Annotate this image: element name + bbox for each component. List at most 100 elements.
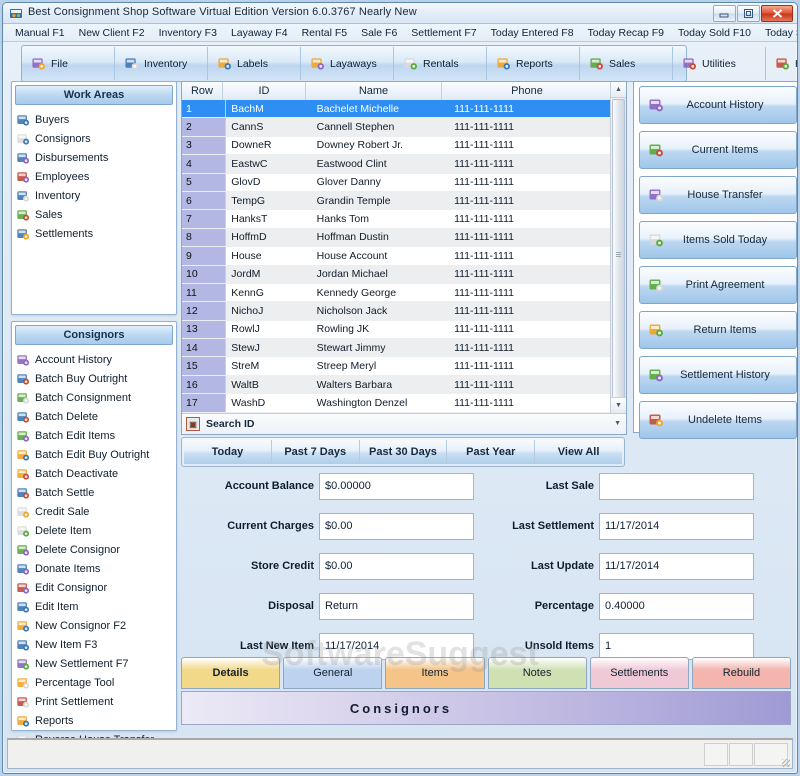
consignor-menu-item-batch-buy-outright[interactable]: Batch Buy Outright <box>16 369 176 388</box>
menu-item-new-client[interactable]: New Client F2 <box>72 27 152 39</box>
period-tab-past-year[interactable]: Past Year <box>447 440 535 464</box>
detail-field-value[interactable] <box>599 473 754 500</box>
menu-item-today-entered[interactable]: Today Entered F8 <box>484 27 581 39</box>
work-area-item-buyers[interactable]: Buyers <box>16 110 176 129</box>
menu-item-inventory[interactable]: Inventory F3 <box>152 27 224 39</box>
consignor-menu-item-percentage-tool[interactable]: Percentage Tool <box>16 673 176 692</box>
consignor-menu-item-edit-consignor[interactable]: Edit Consignor <box>16 578 176 597</box>
toolbar-button-layaways[interactable]: Layaways <box>301 47 394 80</box>
table-row[interactable]: 10JordMJordan Michael111-111-1111 <box>182 266 611 284</box>
toolbar-button-help[interactable]: Help <box>766 47 798 80</box>
menu-item-today-recap[interactable]: Today Recap F9 <box>581 27 671 39</box>
grid-search-bar[interactable]: ▣ Search ID ▼ <box>182 413 626 434</box>
menu-item-today-settled[interactable]: Today Settled F11 <box>758 27 798 39</box>
action-button-current-items[interactable]: Current Items <box>639 131 797 169</box>
work-area-item-settlements[interactable]: Settlements <box>16 224 176 243</box>
table-row[interactable]: 1BachMBachelet Michelle111-111-1111 <box>182 100 611 118</box>
scroll-up-arrow[interactable]: ▲ <box>611 82 626 98</box>
table-row[interactable]: 8HoffmDHoffman Dustin111-111-1111 <box>182 229 611 247</box>
consignor-menu-item-delete-item[interactable]: Delete Item <box>16 521 176 540</box>
toolbar-button-file[interactable]: File <box>22 47 115 80</box>
action-button-print-agreement[interactable]: Print Agreement <box>639 266 797 304</box>
chevron-down-icon[interactable]: ▼ <box>614 420 621 427</box>
detail-field-value[interactable]: 1 <box>599 633 754 660</box>
consignor-menu-item-batch-edit-buy-outright[interactable]: Batch Edit Buy Outright <box>16 445 176 464</box>
action-button-undelete-items[interactable]: Undelete Items <box>639 401 797 439</box>
table-row[interactable]: 16WaltBWalters Barbara111-111-1111 <box>182 376 611 394</box>
consignor-menu-item-batch-delete[interactable]: Batch Delete <box>16 407 176 426</box>
maximize-button[interactable] <box>737 5 760 22</box>
consignor-menu-item-new-settlement-f7[interactable]: New Settlement F7 <box>16 654 176 673</box>
table-row[interactable]: 9HouseHouse Account111-111-1111 <box>182 247 611 265</box>
menu-item-today-sold[interactable]: Today Sold F10 <box>671 27 758 39</box>
detail-field-value[interactable]: 11/17/2014 <box>319 633 474 660</box>
menu-item-rental[interactable]: Rental F5 <box>295 27 355 39</box>
detail-field-value[interactable]: 11/17/2014 <box>599 513 754 540</box>
detail-field-value[interactable]: Return <box>319 593 474 620</box>
action-button-account-history[interactable]: Account History <box>639 86 797 124</box>
tab-general[interactable]: General <box>283 657 382 689</box>
consignor-menu-item-reports[interactable]: Reports <box>16 711 176 730</box>
close-button[interactable] <box>761 5 793 22</box>
action-button-items-sold-today[interactable]: Items Sold Today <box>639 221 797 259</box>
menu-item-manual[interactable]: Manual F1 <box>8 27 72 39</box>
table-row[interactable]: 11KennGKennedy George111-111-1111 <box>182 284 611 302</box>
tab-rebuild[interactable]: Rebuild <box>692 657 791 689</box>
consignor-menu-item-print-settlement[interactable]: Print Settlement <box>16 692 176 711</box>
table-row[interactable]: 14StewJStewart Jimmy111-111-1111 <box>182 339 611 357</box>
toolbar-button-rentals[interactable]: Rentals <box>394 47 487 80</box>
period-tab-view-all[interactable]: View All <box>535 440 622 464</box>
minimize-button[interactable] <box>713 5 736 22</box>
toolbar-button-sales[interactable]: Sales <box>580 47 673 80</box>
grid-column-row[interactable]: Row <box>182 82 223 100</box>
work-area-item-employees[interactable]: Employees <box>16 167 176 186</box>
work-area-item-consignors[interactable]: Consignors <box>16 129 176 148</box>
detail-field-value[interactable]: 0.40000 <box>599 593 754 620</box>
menu-item-sale[interactable]: Sale F6 <box>354 27 404 39</box>
detail-field-value[interactable]: 11/17/2014 <box>599 553 754 580</box>
table-row[interactable]: 4EastwCEastwood Clint111-111-1111 <box>182 155 611 173</box>
consignor-menu-item-batch-deactivate[interactable]: Batch Deactivate <box>16 464 176 483</box>
tab-settlements[interactable]: Settlements <box>590 657 689 689</box>
period-tab-past-30-days[interactable]: Past 30 Days <box>360 440 448 464</box>
detail-field-value[interactable]: $0.00 <box>319 553 474 580</box>
consignor-menu-item-account-history[interactable]: Account History <box>16 350 176 369</box>
tab-notes[interactable]: Notes <box>488 657 587 689</box>
action-button-house-transfer[interactable]: House Transfer <box>639 176 797 214</box>
table-row[interactable]: 17WashDWashington Denzel111-111-1111 <box>182 394 611 412</box>
grid-column-phone[interactable]: Phone <box>442 82 612 100</box>
menu-item-layaway[interactable]: Layaway F4 <box>224 27 295 39</box>
consignor-menu-item-edit-item[interactable]: Edit Item <box>16 597 176 616</box>
table-row[interactable]: 12NichoJNicholson Jack111-111-1111 <box>182 302 611 320</box>
consignor-menu-item-new-consignor-f2[interactable]: New Consignor F2 <box>16 616 176 635</box>
consignor-menu-item-credit-sale[interactable]: Credit Sale <box>16 502 176 521</box>
consignor-menu-item-delete-consignor[interactable]: Delete Consignor <box>16 540 176 559</box>
action-button-settlement-history[interactable]: Settlement History <box>639 356 797 394</box>
table-row[interactable]: 7HanksTHanks Tom111-111-1111 <box>182 210 611 228</box>
consignor-menu-item-batch-settle[interactable]: Batch Settle <box>16 483 176 502</box>
toolbar-button-inventory[interactable]: Inventory <box>115 47 208 80</box>
grid-vertical-scrollbar[interactable]: ▲ ▼ <box>610 82 626 413</box>
table-row[interactable]: 6TempGGrandin Temple111-111-1111 <box>182 192 611 210</box>
scroll-down-arrow[interactable]: ▼ <box>611 397 626 413</box>
toolbar-button-labels[interactable]: Labels <box>208 47 301 80</box>
scrollbar-thumb[interactable] <box>612 99 625 401</box>
table-row[interactable]: 13RowlJRowling JK111-111-1111 <box>182 321 611 339</box>
consignor-menu-item-batch-edit-items[interactable]: Batch Edit Items <box>16 426 176 445</box>
menu-item-settlement[interactable]: Settlement F7 <box>404 27 483 39</box>
period-tab-today[interactable]: Today <box>184 440 272 464</box>
consignor-menu-item-new-item-f3[interactable]: New Item F3 <box>16 635 176 654</box>
consignor-menu-item-donate-items[interactable]: Donate Items <box>16 559 176 578</box>
work-area-item-disbursements[interactable]: Disbursements <box>16 148 176 167</box>
resize-grip[interactable] <box>782 759 790 767</box>
detail-field-value[interactable]: $0.00000 <box>319 473 474 500</box>
work-area-item-sales[interactable]: Sales <box>16 205 176 224</box>
grid-column-id[interactable]: ID <box>223 82 306 100</box>
detail-field-value[interactable]: $0.00 <box>319 513 474 540</box>
tab-items[interactable]: Items <box>385 657 484 689</box>
table-row[interactable]: 2CannSCannell Stephen111-111-1111 <box>182 118 611 136</box>
consignor-menu-item-batch-consignment[interactable]: Batch Consignment <box>16 388 176 407</box>
action-button-return-items[interactable]: Return Items <box>639 311 797 349</box>
period-tab-past-7-days[interactable]: Past 7 Days <box>272 440 360 464</box>
table-row[interactable]: 5GlovDGlover Danny111-111-1111 <box>182 174 611 192</box>
